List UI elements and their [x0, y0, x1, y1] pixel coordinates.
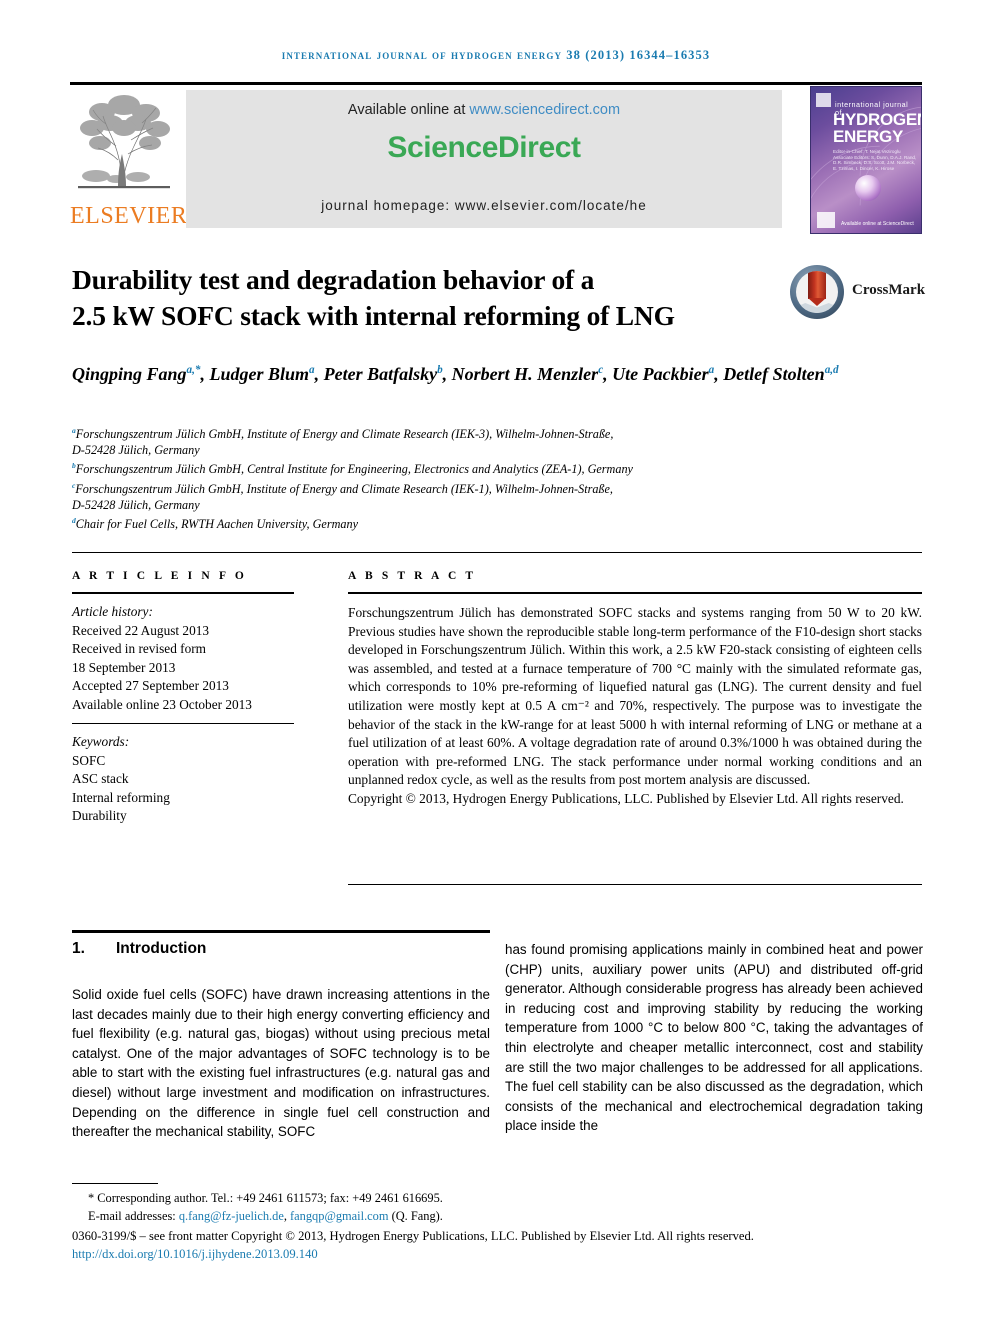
- cover-elsevier-mark: [816, 93, 831, 107]
- author-name: Ute Packbier: [612, 364, 709, 384]
- footnote-block: * Corresponding author. Tel.: +49 2461 6…: [72, 1190, 922, 1225]
- body-column-left: Solid oxide fuel cells (SOFC) have drawn…: [72, 987, 490, 1140]
- title-line-1: Durability test and degradation behavior…: [72, 264, 595, 295]
- cover-title-line2: ENERGY: [833, 127, 903, 146]
- section-title: Introduction: [116, 940, 207, 957]
- cover-sciencedirect-label: Available online at ScienceDirect: [841, 221, 914, 227]
- author-affiliation-marker: a,*: [186, 364, 201, 376]
- cover-editors: Editor-in-Chief: T. Nejat Veziroglu Asso…: [833, 149, 917, 171]
- affiliation-marker: b: [72, 461, 76, 471]
- article-history-item: Received in revised form: [72, 641, 207, 656]
- affiliation-line: aForschungszentrum Jülich GmbH, Institut…: [72, 426, 614, 442]
- email-addresses-note: E-mail addresses: q.fang@fz-juelich.de, …: [72, 1208, 922, 1226]
- elsevier-wordmark: ELSEVIER: [70, 203, 188, 229]
- issn-copyright-line: 0360-3199/$ – see front matter Copyright…: [72, 1229, 754, 1243]
- email-link-1[interactable]: q.fang@fz-juelich.de: [179, 1209, 284, 1223]
- title-line-2: 2.5 kW SOFC stack with internal reformin…: [72, 300, 675, 331]
- keyword-item: SOFC: [72, 752, 106, 768]
- article-info-heading: A R T I C L E I N F O: [72, 570, 247, 582]
- author-name: Norbert H. Menzler: [451, 364, 599, 384]
- abstract-text: Forschungszentrum Jülich has demonstrate…: [348, 605, 922, 788]
- email-link-2[interactable]: fangqp@gmail.com: [290, 1209, 388, 1223]
- article-history-item: 18 September 2013: [72, 659, 176, 675]
- article-history-items: Received 22 August 2013 Received in revis…: [72, 622, 294, 715]
- journal-masthead: ELSEVIER Available online at www.science…: [70, 82, 922, 235]
- keyword-items: SOFC ASC stack Internal reforming Durabilit…: [72, 752, 294, 826]
- keyword-item: Internal reforming: [72, 789, 170, 805]
- sciencedirect-banner: Available online at www.sciencedirect.co…: [186, 90, 782, 228]
- affiliation-marker: a: [72, 426, 76, 435]
- abstract-rule: [348, 592, 922, 594]
- sciencedirect-wordmark[interactable]: ScienceDirect: [186, 131, 782, 165]
- affiliation-line: D-52428 Jülich, Germany: [72, 443, 200, 458]
- article-history-block: Article history: Received 22 August 2013…: [72, 603, 294, 714]
- page-title: Durability test and degradation behavior…: [72, 262, 752, 334]
- author-affiliation-marker: b: [437, 364, 443, 376]
- masthead-top-rule: [70, 82, 922, 85]
- author-affiliation-marker: a: [309, 364, 315, 376]
- article-info-rule: [72, 592, 294, 594]
- author-affiliation-marker: a: [708, 364, 715, 376]
- abstract-column: A B S T R A C T Forschungszentrum Jülich…: [348, 570, 922, 809]
- email-suffix: (Q. Fang).: [388, 1208, 443, 1223]
- affiliation-list: aForschungszentrum Jülich GmbH, Institut…: [72, 423, 902, 532]
- running-head: international journal of hydrogen energy…: [281, 48, 711, 62]
- journal-cover-thumbnail: international journal of HYDROGEN ENERGY…: [810, 86, 922, 234]
- author-affiliation-marker: c: [598, 364, 604, 376]
- corresponding-author-note: * Corresponding author. Tel.: +49 2461 6…: [88, 1191, 443, 1205]
- crossmark-icon: [790, 265, 844, 319]
- author-name: Qingping Fang: [72, 364, 187, 384]
- article-history-item: Received 22 August 2013: [72, 622, 210, 638]
- author-name: Detlef Stolten: [723, 364, 825, 384]
- available-online-text: Available online at www.sciencedirect.co…: [186, 102, 782, 118]
- elsevier-tree-icon: [72, 90, 176, 200]
- available-online-label: Available online at: [347, 102, 470, 118]
- article-history-label: Article history:: [72, 604, 153, 619]
- author-list: Qingping Fanga,*, Ludger Bluma, Peter Ba…: [72, 364, 839, 384]
- abstract-copyright: Copyright © 2013, Hydrogen Energy Public…: [348, 790, 904, 806]
- crossmark-badge[interactable]: CrossMark: [790, 265, 926, 319]
- article-info-column: A R T I C L E I N F O Article history: R…: [72, 570, 294, 826]
- affiliation-line: bForschungszentrum Jülich GmbH, Central …: [72, 461, 633, 477]
- affiliation-line: dChair for Fuel Cells, RWTH Aachen Unive…: [72, 516, 358, 532]
- article-first-page: international journal of hydrogen energy…: [0, 0, 992, 1323]
- keywords-label: Keywords:: [72, 734, 130, 749]
- author-name: Ludger Blum: [209, 364, 310, 384]
- abstract-bottom-rule: [348, 884, 922, 885]
- section-number: 1.: [72, 940, 85, 957]
- cover-title-line1: HYDROGEN: [833, 110, 922, 129]
- crossmark-label: CrossMark: [852, 282, 926, 298]
- section-heading-introduction: 1. Introduction: [72, 940, 490, 958]
- keywords-block: Keywords: SOFC ASC stack Internal reformin…: [72, 733, 294, 826]
- journal-homepage-text[interactable]: journal homepage: www.elsevier.com/locat…: [186, 198, 782, 213]
- body-top-rule: [72, 930, 490, 933]
- keyword-item: Durability: [72, 808, 127, 823]
- sciencedirect-word-science: Science: [387, 131, 498, 164]
- footnote-rule: [72, 1183, 158, 1184]
- info-section-top-rule: [72, 552, 922, 553]
- keyword-item: ASC stack: [72, 771, 129, 786]
- affiliation-marker: d: [72, 516, 76, 526]
- keywords-rule: [72, 723, 294, 724]
- article-history-item: Available online 23 October 2013: [72, 696, 252, 712]
- affiliation-line: cForschungszentrum Jülich GmbH, Institut…: [72, 480, 613, 496]
- doi-link[interactable]: http://dx.doi.org/10.1016/j.ijhydene.201…: [72, 1246, 922, 1264]
- author-affiliation-marker: a,d: [824, 364, 839, 376]
- page-footer: 0360-3199/$ – see front matter Copyright…: [72, 1228, 922, 1263]
- elsevier-logo: ELSEVIER: [70, 88, 188, 235]
- cover-sphere-graphic: [855, 175, 881, 201]
- affiliation-marker: c: [72, 480, 76, 490]
- affiliation-line: D-52428 Jülich, Germany: [72, 498, 200, 512]
- keywords-wrapper: Keywords: SOFC ASC stack Internal reformin…: [72, 723, 294, 826]
- email-label: E-mail addresses:: [88, 1208, 179, 1223]
- article-history-item: Accepted 27 September 2013: [72, 678, 229, 693]
- cover-elsevier-logo-bottom: [817, 212, 835, 228]
- author-name: Peter Batfalsky: [323, 364, 438, 384]
- abstract-heading: A B S T R A C T: [348, 570, 477, 582]
- body-column-right: has found promising applications mainly …: [505, 942, 923, 1134]
- sciencedirect-url-link[interactable]: www.sciencedirect.com: [469, 102, 620, 118]
- sciencedirect-word-direct: Direct: [497, 131, 581, 164]
